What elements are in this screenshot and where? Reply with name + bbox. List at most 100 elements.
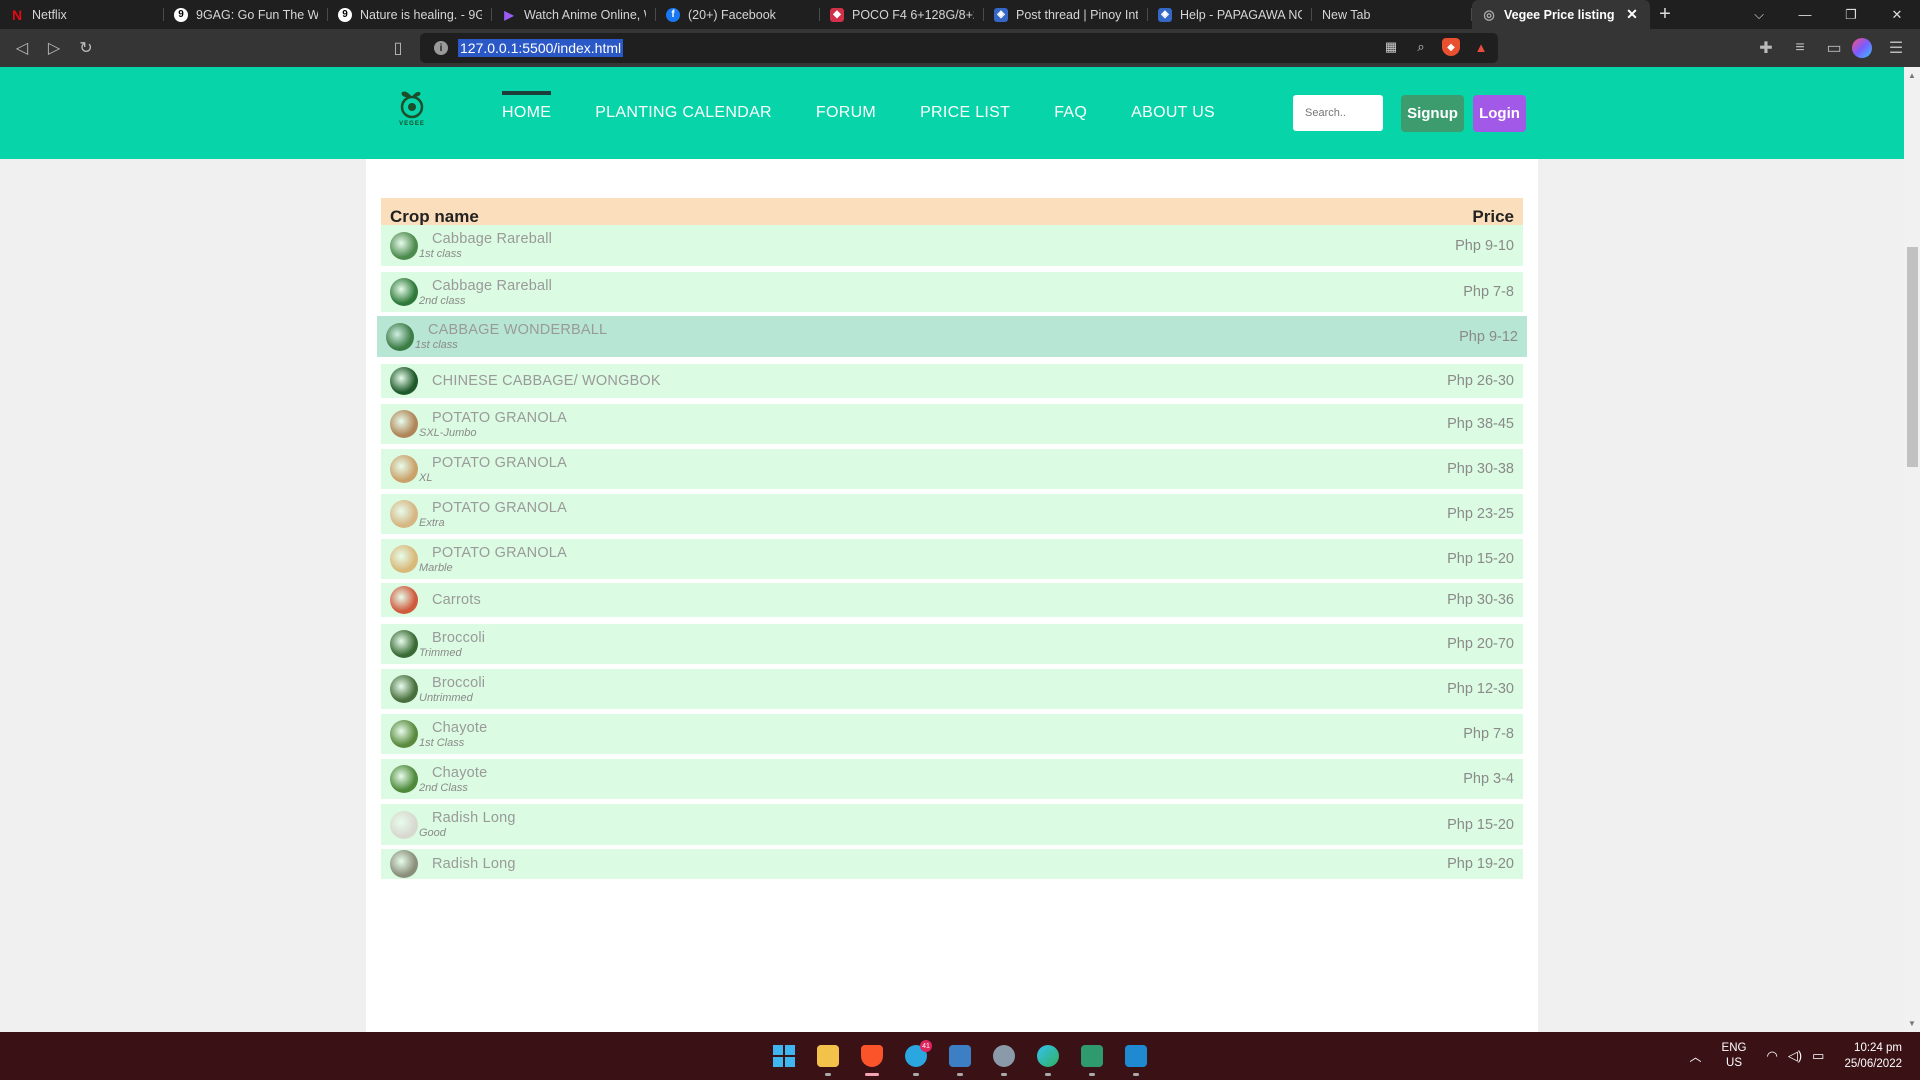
price-row[interactable]: Carrots Php 30-36 bbox=[381, 583, 1523, 617]
bookmark-icon[interactable]: ▯ bbox=[382, 32, 414, 64]
tab-9gag-nature[interactable]: 9Nature is healing. - 9GAG bbox=[328, 0, 492, 29]
close-window-button[interactable]: ✕ bbox=[1874, 0, 1920, 29]
shop-icon: ◆ bbox=[830, 7, 844, 22]
tab-search-chevron-icon[interactable]: ⌵ bbox=[1736, 0, 1782, 29]
calculator-app[interactable] bbox=[1076, 1040, 1108, 1076]
address-bar[interactable]: i 127.0.0.1:5500/index.html ▦ ⌕ ◆ ▲ bbox=[420, 33, 1498, 63]
battery-icon[interactable]: ▭ bbox=[1812, 1048, 1824, 1064]
price-row[interactable]: POTATO GRANOLA XL Php 30-38 bbox=[381, 449, 1523, 489]
qr-code-icon[interactable]: ▦ bbox=[1382, 38, 1400, 56]
tab-anime[interactable]: ▶Watch Anime Online, Wa bbox=[492, 0, 656, 29]
price-row[interactable]: CABBAGE WONDERBALL 1st class Php 9-12 bbox=[377, 316, 1527, 357]
crop-price: Php 23-25 bbox=[1447, 506, 1514, 522]
restore-button[interactable]: ❐ bbox=[1828, 0, 1874, 29]
tab-facebook[interactable]: f (20+) Facebook bbox=[656, 0, 820, 29]
scroll-up-arrow-icon[interactable]: ▲ bbox=[1904, 71, 1920, 80]
crop-name: Broccoli bbox=[432, 674, 486, 691]
vegee-logo[interactable]: VEGEE bbox=[392, 87, 432, 133]
price-row[interactable]: POTATO GRANOLA Extra Php 23-25 bbox=[381, 494, 1523, 534]
minimize-button[interactable]: — bbox=[1782, 0, 1828, 29]
start-button[interactable] bbox=[768, 1040, 800, 1072]
zoom-icon[interactable]: ⌕ bbox=[1412, 38, 1430, 56]
close-tab-icon[interactable]: ✕ bbox=[1624, 6, 1640, 23]
settings-app[interactable] bbox=[988, 1040, 1020, 1076]
wallet-icon[interactable]: ▭ bbox=[1818, 32, 1850, 64]
main-nav: HOME PLANTING CALENDAR FORUM PRICE LIST … bbox=[502, 67, 1259, 159]
price-row[interactable]: Chayote 2nd Class Php 3-4 bbox=[381, 759, 1523, 799]
price-row[interactable]: Radish Long Php 19-20 bbox=[381, 849, 1523, 879]
tab-9gag[interactable]: 99GAG: Go Fun The World bbox=[164, 0, 328, 29]
new-tab-button[interactable]: + bbox=[1650, 0, 1680, 29]
nav-faq[interactable]: FAQ bbox=[1054, 67, 1087, 159]
scroll-down-arrow-icon[interactable]: ▼ bbox=[1904, 1019, 1920, 1028]
tab-netflix[interactable]: N Netflix bbox=[0, 0, 164, 29]
file-explorer-app[interactable] bbox=[812, 1040, 844, 1076]
wifi-icon[interactable]: ◠ bbox=[1766, 1048, 1777, 1064]
webpage: VEGEE HOME PLANTING CALENDAR FORUM PRICE… bbox=[0, 67, 1904, 1032]
crop-price: Php 15-20 bbox=[1447, 816, 1514, 833]
crop-name: POTATO GRANOLA bbox=[432, 454, 567, 471]
price-row[interactable]: Chayote 1st Class Php 7-8 bbox=[381, 714, 1523, 754]
login-button[interactable]: Login bbox=[1473, 95, 1526, 132]
telegram-app[interactable]: 41 bbox=[900, 1040, 932, 1076]
brave-rewards-icon[interactable]: ▲ bbox=[1472, 38, 1490, 56]
crop-class: 1st class bbox=[419, 248, 462, 260]
tab-pinoy-post[interactable]: ◈ Post thread | Pinoy Inter bbox=[984, 0, 1148, 29]
nav-about-us[interactable]: ABOUT US bbox=[1131, 67, 1215, 159]
price-row[interactable]: Broccoli Trimmed Php 20-70 bbox=[381, 624, 1523, 664]
crop-info: Carrots bbox=[432, 592, 1447, 608]
logo-text: VEGEE bbox=[399, 121, 425, 127]
clock[interactable]: 10:24 pm 25/06/2022 bbox=[1844, 1040, 1902, 1072]
browser-tab-strip: NNetflix 99GAG: Go Fun The World 9Nature… bbox=[0, 0, 1920, 29]
scrollbar-thumb[interactable] bbox=[1907, 247, 1918, 467]
price-row[interactable]: CHINESE CABBAGE/ WONGBOK Php 26-30 bbox=[381, 364, 1523, 398]
price-row[interactable]: POTATO GRANOLA SXL-Jumbo Php 38-45 bbox=[381, 404, 1523, 444]
crop-thumbnail bbox=[386, 322, 414, 351]
crop-name-header: Crop name bbox=[390, 207, 479, 226]
url-text[interactable]: 127.0.0.1:5500/index.html bbox=[458, 39, 624, 57]
edge-app[interactable] bbox=[1032, 1040, 1064, 1076]
price-row[interactable]: Broccoli Untrimmed Php 12-30 bbox=[381, 669, 1523, 709]
page-scrollbar[interactable]: ▲ ▼ bbox=[1904, 67, 1920, 1032]
price-row[interactable]: Cabbage Rareball 1st class Php 9-10 bbox=[381, 225, 1523, 266]
volume-icon[interactable]: ◁) bbox=[1788, 1048, 1802, 1064]
crop-name: Radish Long bbox=[432, 856, 516, 872]
tab-help[interactable]: ◈Help - PAPAGAWA NG S bbox=[1148, 0, 1312, 29]
site-navbar: VEGEE HOME PLANTING CALENDAR FORUM PRICE… bbox=[0, 67, 1904, 159]
nav-home[interactable]: HOME bbox=[502, 67, 552, 159]
crop-price: Php 30-38 bbox=[1447, 461, 1514, 477]
crop-thumbnail bbox=[390, 231, 418, 260]
price-header: Price bbox=[1472, 207, 1514, 226]
forward-icon[interactable]: ▷ bbox=[38, 32, 70, 64]
telegram-badge: 41 bbox=[920, 1040, 932, 1052]
back-icon[interactable]: ◁ bbox=[6, 32, 38, 64]
price-row[interactable]: Radish Long Good Php 15-20 bbox=[381, 804, 1523, 845]
brave-app[interactable] bbox=[856, 1040, 888, 1076]
extensions-icon[interactable]: ✚ bbox=[1750, 32, 1782, 64]
photos-app[interactable] bbox=[944, 1040, 976, 1076]
nav-planting-calendar[interactable]: PLANTING CALENDAR bbox=[595, 67, 772, 159]
tab-poco[interactable]: ◆POCO F4 6+128G/8+256 bbox=[820, 0, 984, 29]
reload-icon[interactable]: ↻ bbox=[70, 32, 102, 64]
site-info-icon[interactable]: i bbox=[434, 41, 448, 55]
leaf-logo-icon bbox=[400, 91, 424, 119]
tab-new[interactable]: New Tab bbox=[1312, 0, 1472, 29]
tab-vegee-active[interactable]: ◎ Vegee Price listing ✕ bbox=[1472, 0, 1650, 29]
nav-price-list[interactable]: PRICE LIST bbox=[920, 67, 1010, 159]
folder-icon bbox=[817, 1045, 839, 1067]
playlist-icon[interactable]: ≡ bbox=[1784, 32, 1816, 64]
brave-shield-icon[interactable]: ◆ bbox=[1442, 38, 1460, 56]
crop-name: Chayote bbox=[432, 764, 488, 781]
nav-forum[interactable]: FORUM bbox=[816, 67, 876, 159]
tray-chevron-icon[interactable]: ︿ bbox=[1690, 1048, 1702, 1065]
play-icon: ▶ bbox=[504, 7, 514, 22]
crop-class: Marble bbox=[419, 561, 453, 574]
price-row[interactable]: Cabbage Rareball 2nd class Php 7-8 bbox=[381, 272, 1523, 312]
vscode-app[interactable] bbox=[1120, 1040, 1152, 1076]
profile-avatar[interactable] bbox=[1852, 38, 1872, 58]
menu-icon[interactable]: ☰ bbox=[1880, 32, 1912, 64]
signup-button[interactable]: Signup bbox=[1401, 95, 1464, 132]
language-indicator[interactable]: ENG US bbox=[1722, 1041, 1747, 1071]
search-input[interactable] bbox=[1293, 95, 1383, 131]
price-row[interactable]: POTATO GRANOLA Marble Php 15-20 bbox=[381, 539, 1523, 579]
